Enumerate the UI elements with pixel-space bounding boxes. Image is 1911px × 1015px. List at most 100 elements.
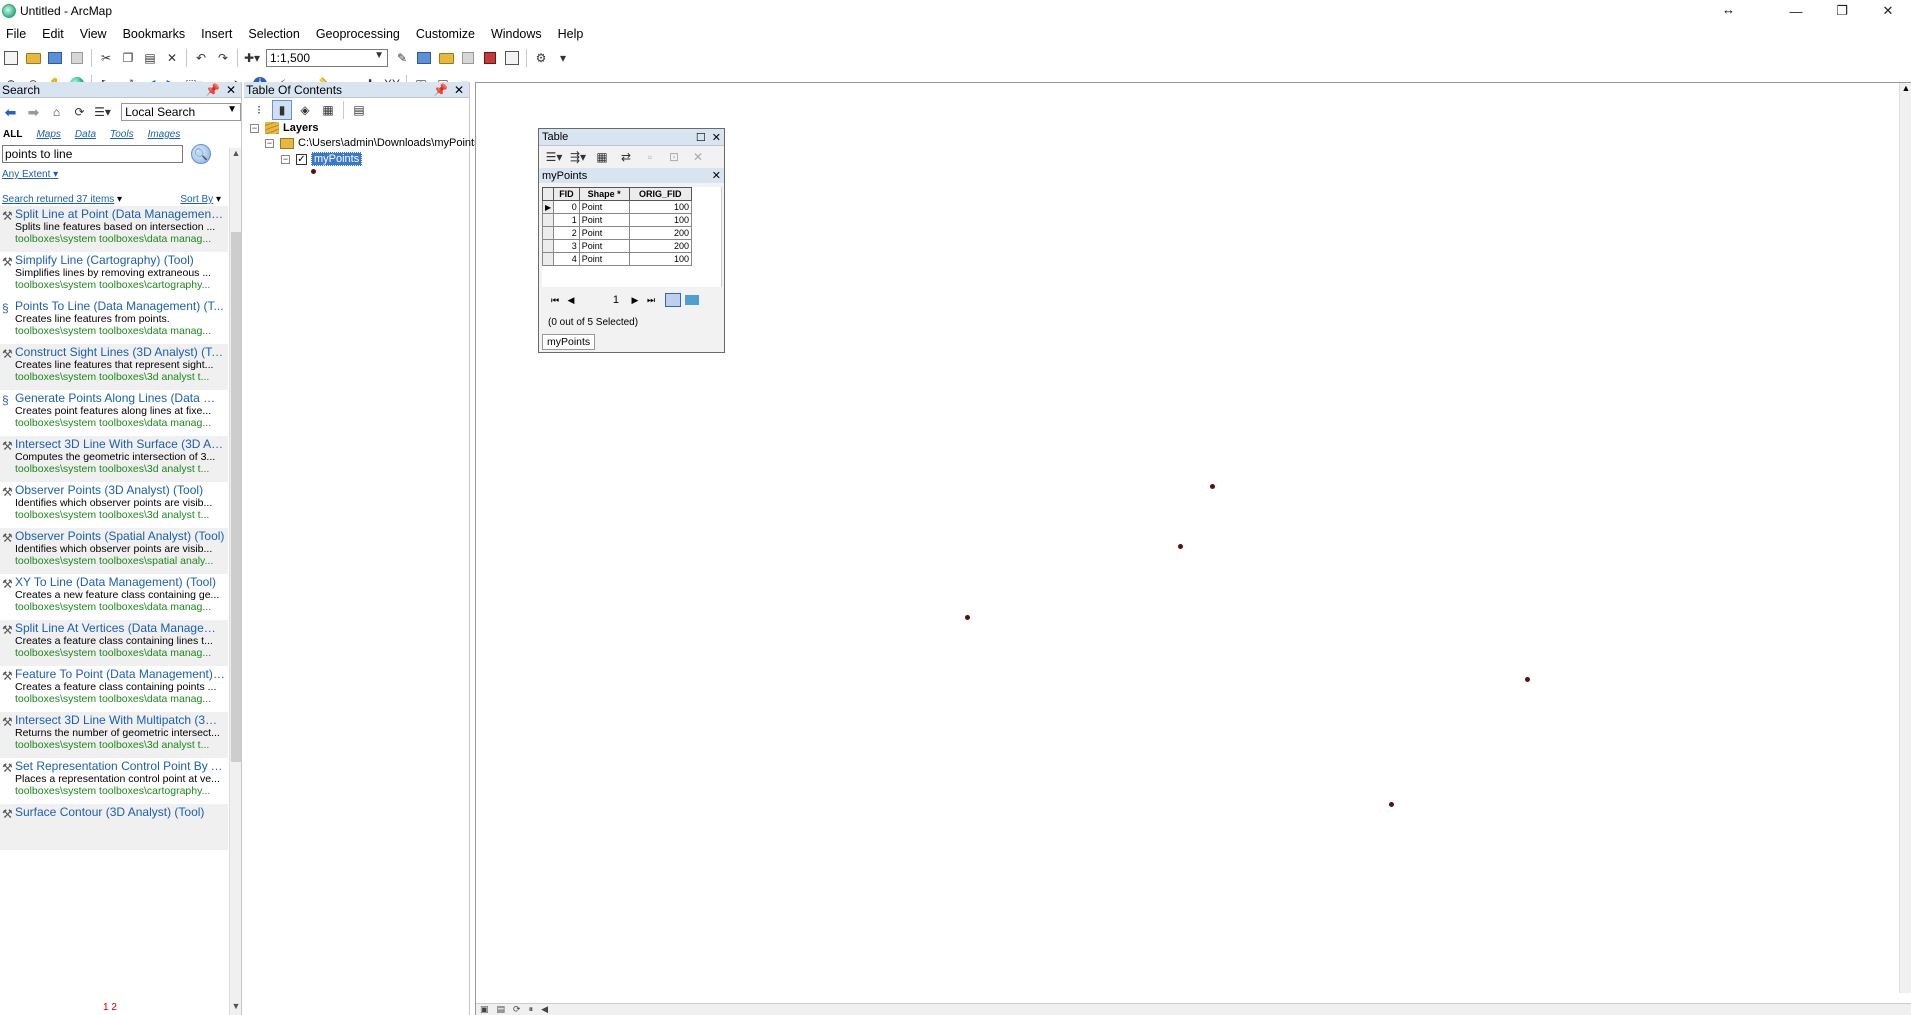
tab-mypoints[interactable]: myPoints [542, 334, 596, 350]
tree-row-layer[interactable]: − ✓ myPoints [281, 152, 363, 166]
close-icon[interactable]: ✕ [454, 83, 464, 97]
refresh-icon[interactable]: ⟳ [513, 1004, 521, 1015]
map-scale-combo[interactable]: 1:1,500 ▼ [266, 49, 388, 67]
list-item[interactable]: ⚒ Simplify Line (Cartography) (Tool) Simpl… [0, 252, 228, 298]
result-title[interactable]: XY To Line (Data Management) (Tool) [15, 576, 225, 589]
resize-icon[interactable]: ↔ [1722, 2, 1735, 17]
table-window-header[interactable]: Table ☐ ✕ [539, 129, 724, 146]
list-item[interactable]: § Generate Points Along Lines (Data Ma...… [0, 390, 228, 436]
row-selector[interactable] [541, 252, 555, 266]
map-point[interactable] [1389, 802, 1394, 807]
row-selector[interactable] [541, 213, 555, 227]
close-icon[interactable]: ✕ [712, 131, 721, 144]
cell-shape[interactable]: Point [578, 200, 630, 214]
collapse-icon[interactable]: − [265, 138, 274, 148]
layout-view-icon[interactable]: ▤ [497, 1004, 506, 1015]
scroll-up-icon[interactable]: ▲ [230, 148, 242, 162]
close-icon[interactable]: ✕ [712, 169, 721, 182]
layer-visibility-checkbox[interactable]: ✓ [296, 153, 307, 165]
paste-icon[interactable]: ▤ [140, 48, 160, 68]
result-title[interactable]: Intersect 3D Line With Surface (3D An... [15, 438, 225, 451]
cell-shape[interactable]: Point [578, 239, 630, 253]
pause-drawing-icon[interactable]: ⏸ [529, 1004, 534, 1015]
home-icon[interactable]: ⌂ [47, 102, 66, 122]
minimize-button[interactable]: — [1773, 0, 1819, 22]
result-title[interactable]: Surface Contour (3D Analyst) (Tool) [15, 806, 225, 819]
copy-icon[interactable]: ❐ [118, 48, 138, 68]
menu-edit[interactable]: Edit [34, 24, 72, 44]
redo-icon[interactable]: ↷ [213, 48, 233, 68]
delete-selected-icon[interactable]: ✕ [688, 147, 708, 167]
cell-fid[interactable]: 1 [553, 213, 580, 227]
row-selector[interactable] [541, 239, 555, 253]
toolbar-options-icon[interactable]: ▾ [553, 48, 573, 68]
cell-shape[interactable]: Point [578, 213, 630, 227]
cell-fid[interactable]: 2 [553, 226, 580, 240]
result-title[interactable]: Observer Points (3D Analyst) (Tool) [15, 484, 225, 497]
tab-data[interactable]: Data [75, 129, 96, 140]
result-title[interactable]: Split Line At Vertices (Data Manageme... [15, 622, 225, 635]
cell-orig-fid[interactable]: 100 [628, 252, 693, 266]
search-options-icon[interactable]: ☰▾ [93, 102, 112, 122]
search-scope-combo[interactable]: Local Search ▼ [121, 103, 241, 121]
undo-icon[interactable]: ↶ [191, 48, 211, 68]
scroll-down-icon[interactable]: ▼ [230, 1001, 242, 1015]
cell-fid[interactable]: 3 [553, 239, 580, 253]
collapse-icon[interactable]: − [250, 123, 259, 133]
zoom-to-selected-icon[interactable]: ⊡ [664, 147, 684, 167]
tab-maps[interactable]: Maps [36, 129, 60, 140]
tab-tools[interactable]: Tools [110, 129, 134, 140]
catalog-window-icon[interactable] [436, 48, 456, 68]
column-header[interactable]: ORIG_FID [628, 187, 693, 201]
delete-icon[interactable]: ✕ [162, 48, 182, 68]
menu-bookmarks[interactable]: Bookmarks [115, 24, 194, 44]
row-selector[interactable] [541, 226, 555, 240]
list-item[interactable]: ⚒ Intersect 3D Line With Multipatch (3D .… [0, 712, 228, 758]
map-point[interactable] [965, 615, 970, 620]
cell-orig-fid[interactable]: 200 [628, 239, 693, 253]
list-item[interactable]: ⚒ Intersect 3D Line With Surface (3D An..… [0, 436, 228, 482]
model-builder-icon[interactable]: ⚙ [531, 48, 551, 68]
close-icon[interactable]: ✕ [226, 83, 236, 97]
collapse-icon[interactable]: − [281, 154, 290, 164]
result-title[interactable]: Points To Line (Data Management) (T... [15, 300, 225, 313]
last-record-icon[interactable]: ⏭ [643, 295, 659, 306]
result-title[interactable]: Set Representation Control Point By A... [15, 760, 225, 773]
back-arrow-icon[interactable]: ⬅ [1, 102, 20, 122]
first-record-icon[interactable]: ⏮ [547, 295, 563, 306]
tree-row-layers[interactable]: − Layers [250, 122, 318, 134]
cut-icon[interactable]: ✂ [96, 48, 116, 68]
layer-name[interactable]: myPoints [311, 152, 363, 166]
tree-row-folder[interactable]: − C:\Users\admin\Downloads\myPoints [265, 137, 480, 149]
list-item[interactable]: § Points To Line (Data Management) (T... C… [0, 298, 228, 344]
list-item[interactable]: ⚒ Split Line at Point (Data Management)..… [0, 206, 228, 252]
scroll-left-icon[interactable]: ◀ [541, 1004, 548, 1015]
tab-images[interactable]: Images [148, 129, 181, 140]
menu-selection[interactable]: Selection [240, 24, 307, 44]
related-tables-icon[interactable]: ⇶▾ [568, 147, 588, 167]
search-input[interactable] [2, 145, 183, 163]
toc-options-icon[interactable]: ▤ [349, 100, 369, 120]
cell-orig-fid[interactable]: 100 [628, 213, 693, 227]
next-record-icon[interactable]: ▶ [627, 295, 643, 306]
previous-record-icon[interactable]: ◀ [563, 295, 579, 306]
map-point[interactable] [1210, 484, 1215, 489]
sort-by-link[interactable]: Sort By [180, 194, 213, 205]
map-point[interactable] [1178, 544, 1183, 549]
search-results-scrollbar[interactable]: ▲ ▼ [229, 148, 241, 1015]
maximize-icon[interactable]: ☐ [696, 131, 706, 144]
list-by-selection-icon[interactable]: ▦ [318, 100, 338, 120]
result-title[interactable]: Simplify Line (Cartography) (Tool) [15, 254, 225, 267]
cell-fid[interactable]: 4 [553, 252, 580, 266]
current-record-field[interactable]: 1 [579, 294, 619, 306]
list-item[interactable]: ⚒ Split Line At Vertices (Data Manageme..… [0, 620, 228, 666]
menu-file[interactable]: File [0, 24, 34, 44]
editor-toolbar-icon[interactable]: ✎ [392, 48, 412, 68]
restore-button[interactable]: ❐ [1819, 0, 1865, 22]
table-row[interactable]: 1 Point 100 [541, 213, 693, 227]
list-item[interactable]: ⚒ Surface Contour (3D Analyst) (Tool) [0, 804, 228, 850]
show-selected-records-icon[interactable] [685, 295, 699, 305]
result-title[interactable]: Split Line at Point (Data Management)... [15, 208, 225, 221]
pin-icon[interactable]: 📌 [433, 83, 448, 97]
menu-customize[interactable]: Customize [408, 24, 483, 44]
